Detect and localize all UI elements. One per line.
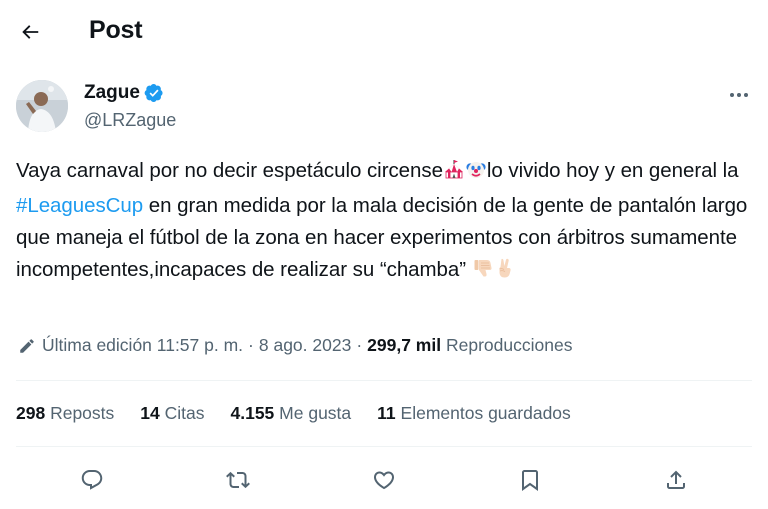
bookmarks-count: 11 [377, 403, 396, 423]
reposts-count: 298 [16, 403, 46, 423]
author-name[interactable]: Zague [84, 82, 140, 104]
tweet-text: Vaya carnaval por no decir espetáculo ci… [16, 155, 756, 289]
separator: · [248, 335, 254, 355]
more-options-button[interactable] [722, 80, 756, 110]
circus-tent-icon [443, 158, 465, 190]
hashtag-link[interactable]: #LeaguesCup [16, 194, 143, 217]
likes-label: Me gusta [279, 403, 352, 423]
like-icon [373, 471, 395, 490]
quotes-label: Citas [164, 403, 205, 423]
tweet-date[interactable]: 8 ago. 2023 [259, 335, 351, 356]
likes-stat[interactable]: 4.155 Me gusta [231, 403, 352, 424]
bookmarks-stat[interactable]: 11 Elementos guardados [377, 403, 571, 424]
top-bar: Post [0, 0, 768, 64]
clown-face-icon [465, 158, 487, 190]
engagement-stats: 298 Reposts 14 Citas 4.155 Me gusta 11 E… [16, 403, 571, 424]
tweet-text-part: lo vivido hoy y en general la [486, 159, 739, 182]
reply-button[interactable] [72, 460, 112, 500]
verified-badge-icon [144, 84, 163, 102]
likes-count: 4.155 [230, 403, 275, 423]
views-label: Reproducciones [445, 335, 573, 355]
tweet-time[interactable]: 11:57 p. m. [157, 335, 243, 356]
thumbs-down-icon [472, 257, 494, 289]
repost-icon [226, 471, 250, 489]
views-count: 299,7 mil [367, 335, 442, 355]
reposts-stat[interactable]: 298 Reposts [16, 403, 114, 424]
reposts-label: Reposts [50, 403, 115, 423]
tweet-text-part: Vaya carnaval por no decir espetáculo ci… [16, 159, 443, 182]
bookmarks-label: Elementos guardados [400, 403, 571, 423]
share-icon [667, 470, 685, 489]
author-handle[interactable]: @LRZague [84, 110, 176, 131]
avatar-image [16, 80, 68, 132]
divider [16, 380, 752, 381]
separator: · [356, 335, 363, 355]
more-dots-icon [730, 93, 748, 97]
like-button[interactable] [364, 460, 404, 500]
repost-button[interactable] [218, 460, 258, 500]
bookmark-icon [522, 470, 538, 491]
divider [16, 446, 752, 447]
tweet-meta: Última edición 11:57 p. m. · 8 ago. 2023… [18, 335, 572, 356]
arrow-left-icon [22, 25, 39, 39]
quotes-count: 14 [140, 403, 160, 423]
edited-label[interactable]: Última edición [42, 335, 152, 356]
reply-icon [81, 470, 103, 490]
avatar[interactable] [16, 80, 68, 132]
share-button[interactable] [656, 460, 696, 500]
action-bar [0, 460, 768, 500]
pencil-icon [18, 337, 36, 355]
quotes-stat[interactable]: 14 Citas [140, 403, 204, 424]
bookmark-button[interactable] [510, 460, 550, 500]
back-button[interactable] [14, 16, 46, 48]
page-title: Post [89, 16, 143, 44]
author-name-row[interactable]: Zague [84, 82, 164, 104]
victory-hand-icon [494, 257, 516, 289]
